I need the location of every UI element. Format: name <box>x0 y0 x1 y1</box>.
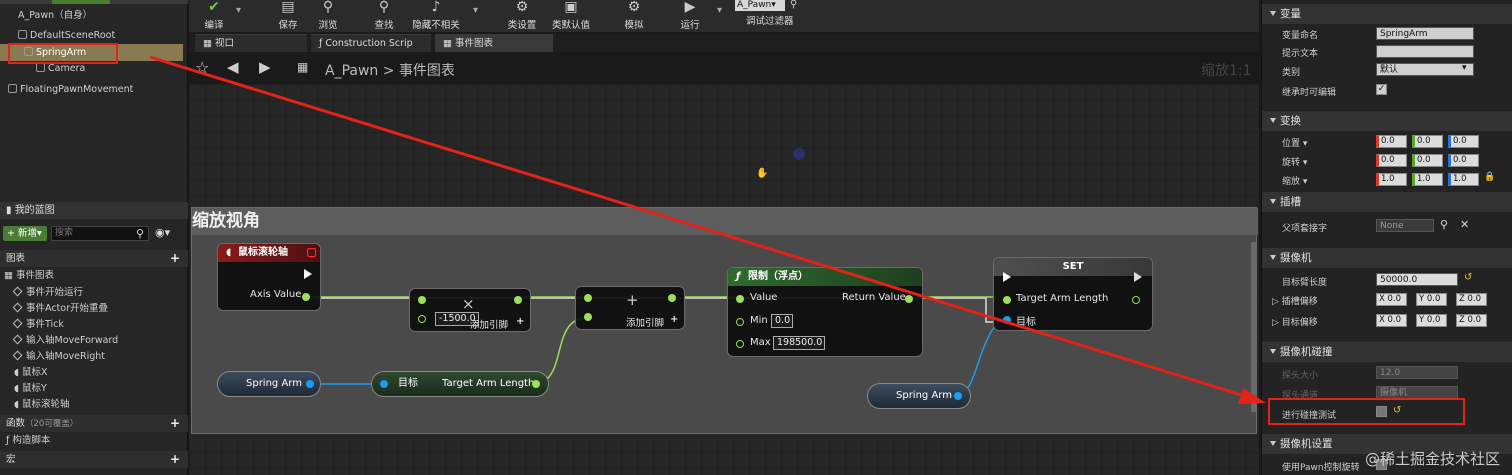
annotation-arrow-line <box>149 55 1259 402</box>
annotation-arrow <box>149 55 1266 404</box>
watermark: @稀土掘金技术社区 <box>1364 450 1500 468</box>
annotation-arrow-head <box>1238 388 1266 404</box>
